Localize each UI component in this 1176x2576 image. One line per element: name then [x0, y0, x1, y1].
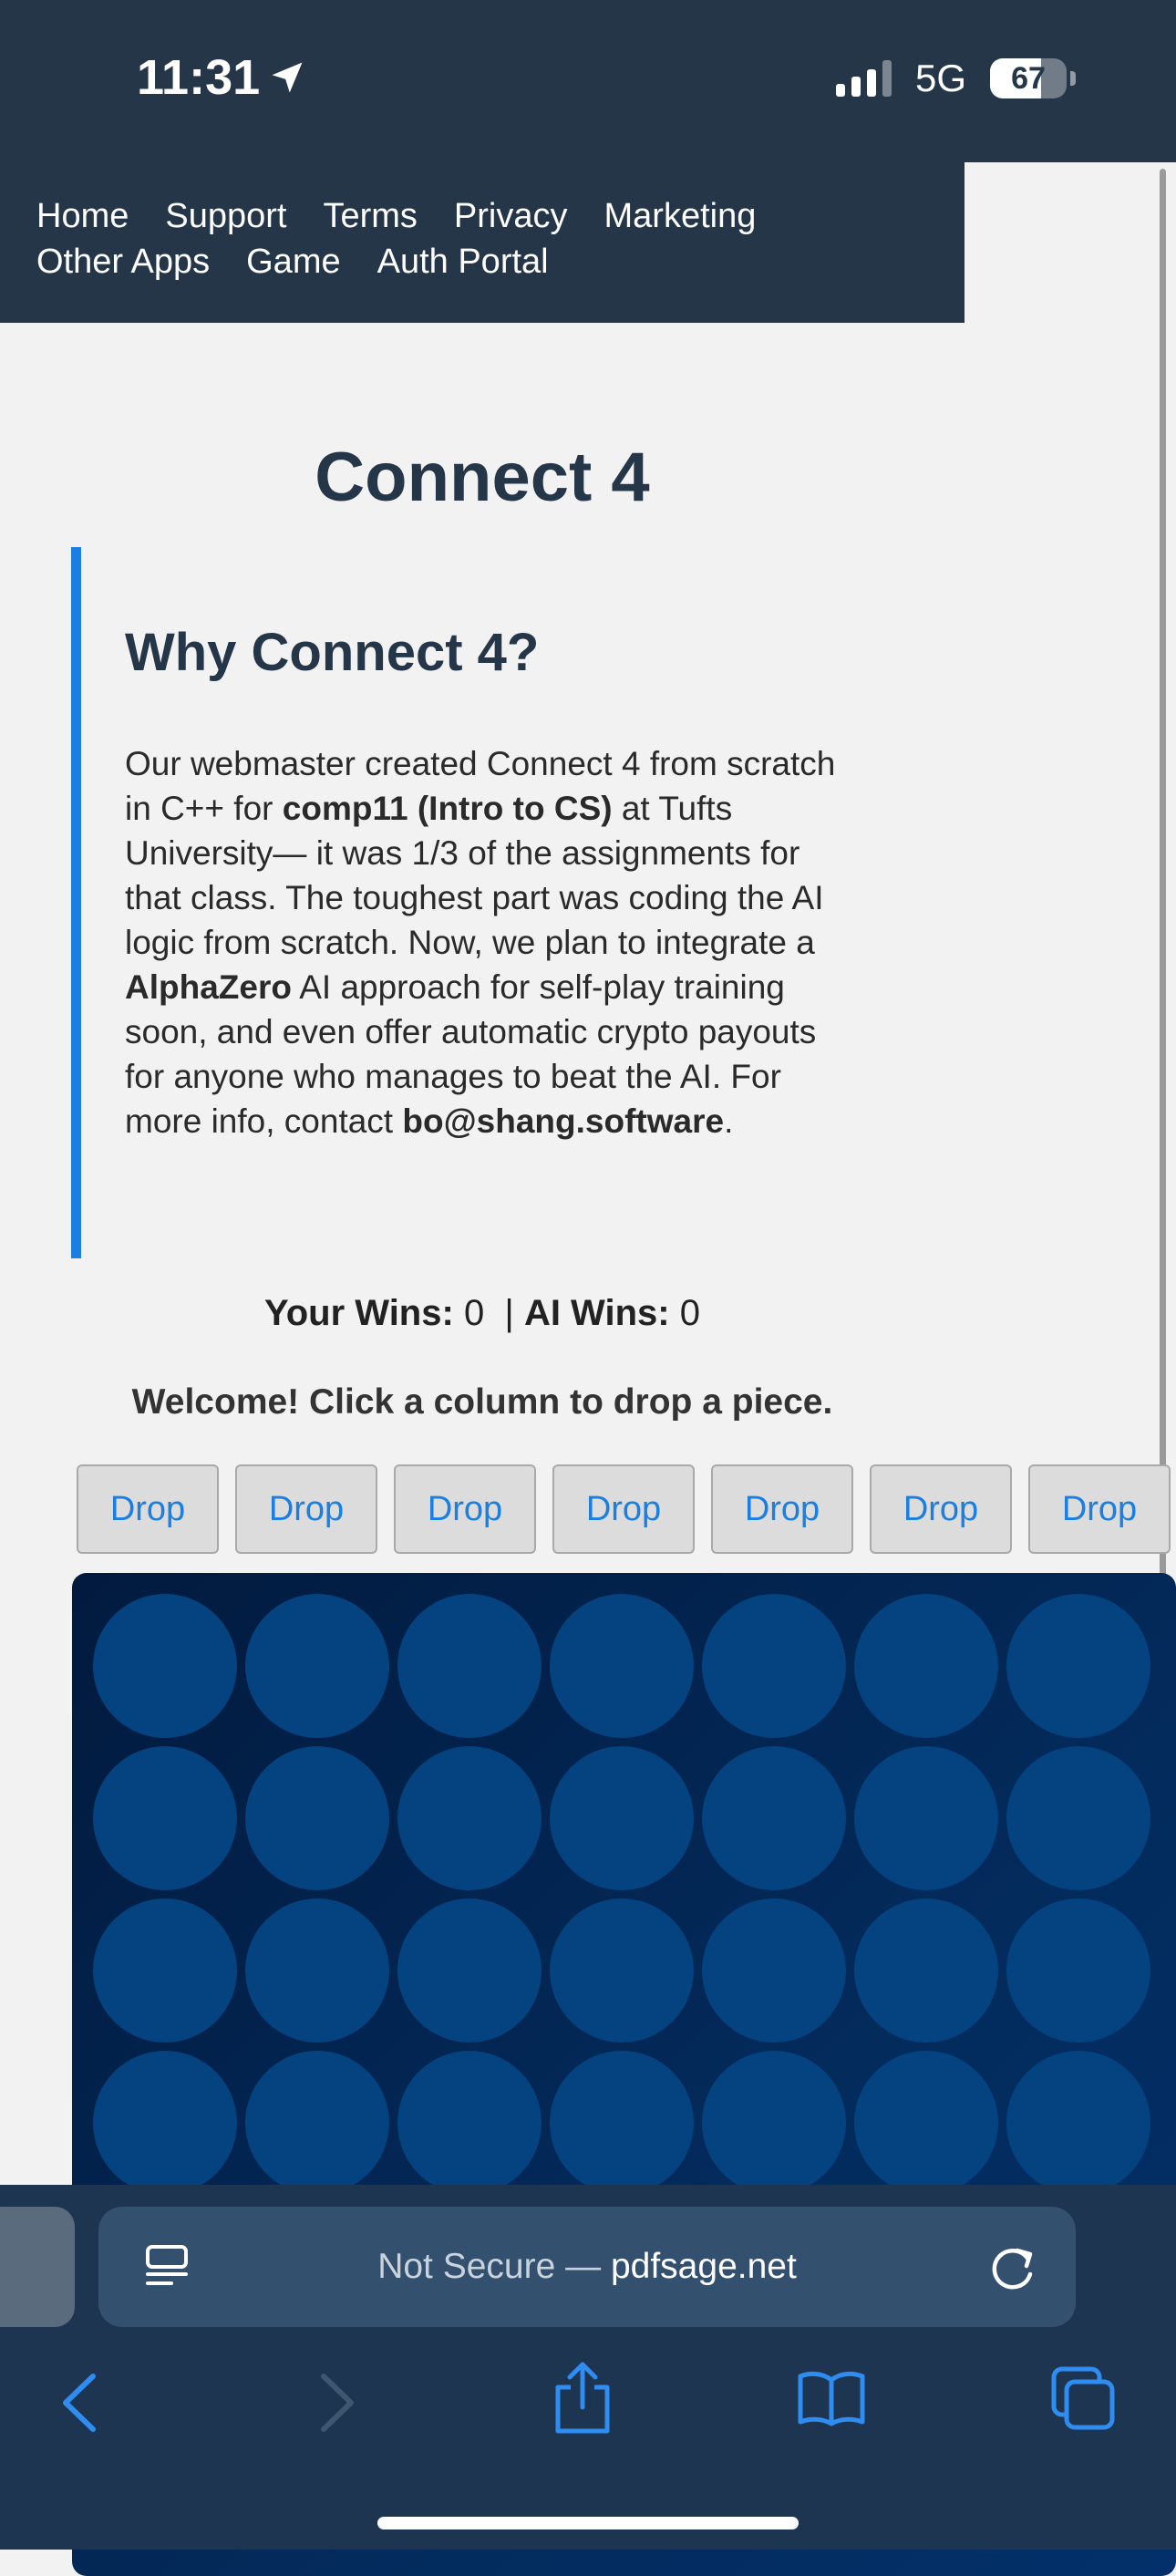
- your-wins-value: 0: [463, 1293, 485, 1333]
- board-cell[interactable]: [245, 2051, 389, 2195]
- board-cell[interactable]: [854, 1746, 998, 1890]
- board-cell[interactable]: [397, 2051, 542, 2195]
- clock: 11:31: [137, 50, 261, 105]
- your-wins-label: Your Wins:: [264, 1293, 454, 1333]
- board-cell[interactable]: [397, 1746, 542, 1890]
- drop-button-col-1[interactable]: Drop: [77, 1464, 219, 1554]
- drop-button-col-2[interactable]: Drop: [235, 1464, 377, 1554]
- board-cell[interactable]: [245, 1898, 389, 2043]
- url-domain: pdfsage.net: [610, 2247, 797, 2286]
- board-cell[interactable]: [93, 1746, 237, 1890]
- url-text[interactable]: Not Secure — pdfsage.net: [377, 2247, 797, 2287]
- board-cell[interactable]: [93, 1594, 237, 1738]
- contact-email[interactable]: bo@shang.software: [402, 1102, 724, 1140]
- url-security-label: Not Secure —: [377, 2247, 611, 2286]
- board-cell[interactable]: [1006, 2051, 1150, 2195]
- info-heading: Why Connect 4?: [125, 623, 540, 682]
- share-icon[interactable]: [552, 2360, 613, 2436]
- board-cell[interactable]: [854, 1898, 998, 2043]
- nav-link-marketing[interactable]: Marketing: [604, 197, 757, 235]
- info-bold-course: comp11 (Intro to CS): [282, 790, 613, 827]
- back-icon[interactable]: [57, 2371, 102, 2435]
- info-text-4: .: [724, 1102, 734, 1140]
- board-cell[interactable]: [702, 1746, 846, 1890]
- page-title: Connect 4: [315, 439, 650, 516]
- nav-link-auth-portal[interactable]: Auth Portal: [377, 243, 549, 281]
- drop-button-col-7[interactable]: Drop: [1028, 1464, 1171, 1554]
- forward-icon[interactable]: [315, 2371, 360, 2435]
- status-bar: 11:31 5G 67: [0, 0, 1176, 162]
- board-cell[interactable]: [854, 1594, 998, 1738]
- ai-wins-value: 0: [679, 1293, 700, 1333]
- nav-link-home[interactable]: Home: [36, 197, 129, 235]
- score-separator: |: [504, 1293, 514, 1333]
- board-cell[interactable]: [397, 1594, 542, 1738]
- board-cell[interactable]: [1006, 1898, 1150, 2043]
- nav-link-terms[interactable]: Terms: [323, 197, 417, 235]
- battery-percent: 67: [1011, 60, 1046, 96]
- home-indicator: [377, 2517, 799, 2529]
- info-bold-alphazero: AlphaZero: [125, 968, 292, 1006]
- previous-tab-preview[interactable]: [0, 2207, 75, 2327]
- status-time: 11:31: [137, 49, 307, 106]
- drop-button-col-4[interactable]: Drop: [552, 1464, 695, 1554]
- info-paragraph: Our webmaster created Connect 4 from scr…: [125, 741, 837, 1143]
- network-type: 5G: [914, 57, 966, 99]
- score-line: Your Wins: 0 | AI Wins: 0: [0, 1293, 965, 1334]
- battery-nub: [1070, 71, 1076, 86]
- nav-link-support[interactable]: Support: [165, 197, 286, 235]
- info-callout: Why Connect 4? Our webmaster created Con…: [71, 547, 873, 1258]
- board-cell[interactable]: [550, 1746, 694, 1890]
- nav-link-other-apps[interactable]: Other Apps: [36, 243, 210, 281]
- reload-icon[interactable]: [988, 2240, 1039, 2294]
- board-cell[interactable]: [1006, 1594, 1150, 1738]
- board-cell[interactable]: [397, 1898, 542, 2043]
- bookmarks-icon[interactable]: [797, 2369, 866, 2427]
- drop-button-col-3[interactable]: Drop: [394, 1464, 536, 1554]
- board-cell[interactable]: [854, 2051, 998, 2195]
- board-cell[interactable]: [550, 1898, 694, 2043]
- battery-icon: 67: [990, 58, 1067, 98]
- nav-link-game[interactable]: Game: [246, 243, 340, 281]
- board-cell[interactable]: [550, 2051, 694, 2195]
- location-arrow-icon: [272, 62, 303, 93]
- drop-button-col-5[interactable]: Drop: [711, 1464, 853, 1554]
- site-nav: Home Support Terms Privacy Marketing Oth…: [0, 162, 965, 323]
- board-cell[interactable]: [702, 2051, 846, 2195]
- board-cell[interactable]: [245, 1746, 389, 1890]
- game-message: Welcome! Click a column to drop a piece.: [131, 1382, 833, 1422]
- board-cell[interactable]: [550, 1594, 694, 1738]
- cellular-signal-icon: [835, 60, 892, 97]
- nav-link-privacy[interactable]: Privacy: [454, 197, 568, 235]
- tabs-icon[interactable]: [1050, 2365, 1116, 2431]
- board-cell[interactable]: [702, 1594, 846, 1738]
- board-cell[interactable]: [1006, 1746, 1150, 1890]
- reader-icon[interactable]: [144, 2243, 190, 2292]
- drop-button-col-6[interactable]: Drop: [870, 1464, 1012, 1554]
- board-cell[interactable]: [245, 1594, 389, 1738]
- board-cell[interactable]: [93, 1898, 237, 2043]
- status-indicators: 5G 67: [835, 57, 1076, 100]
- address-bar[interactable]: Not Secure — pdfsage.net: [98, 2207, 1076, 2327]
- board-cell[interactable]: [93, 2051, 237, 2195]
- ai-wins-label: AI Wins:: [523, 1293, 670, 1333]
- board-cell[interactable]: [702, 1898, 846, 2043]
